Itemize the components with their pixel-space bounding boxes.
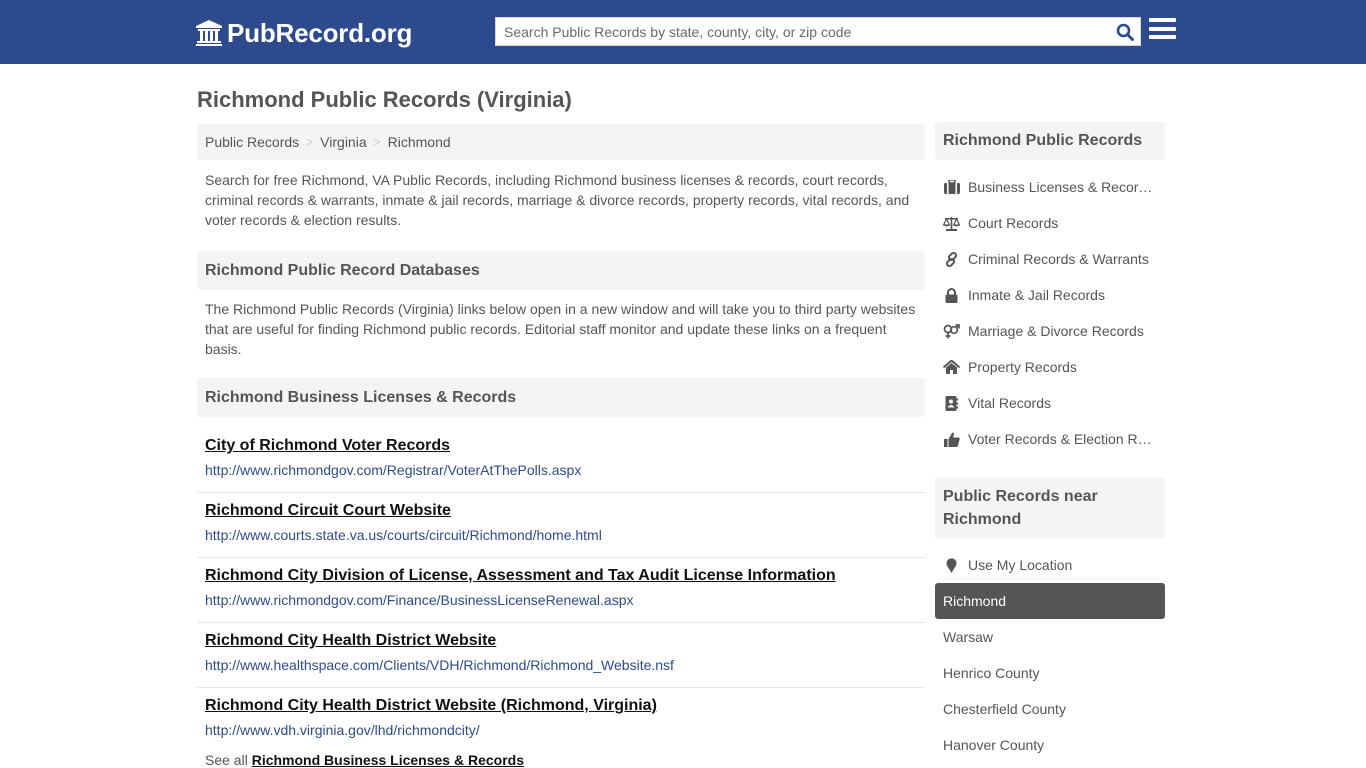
nearby-place-label: Warsaw — [943, 629, 994, 645]
databases-heading-text: Richmond Public Record Databases — [205, 261, 480, 279]
sidebar-item-criminal-records[interactable]: Criminal Records & Warrants — [935, 241, 1165, 277]
sidebar-item-label: Vital Records — [968, 395, 1052, 411]
map-marker-icon — [943, 557, 960, 573]
scales-icon — [943, 215, 960, 231]
breadcrumb-public-records[interactable]: Public Records — [205, 134, 299, 150]
business-licenses-heading: Richmond Business Licenses & Records — [197, 378, 925, 417]
sidebar-item-marriage-records[interactable]: Marriage & Divorce Records — [935, 313, 1165, 349]
nearby-place-label: Chesterfield County — [943, 701, 1066, 717]
sidebar-item-label: Inmate & Jail Records — [968, 287, 1105, 303]
sidebar-item-label: Court Records — [968, 215, 1059, 231]
see-all-link[interactable]: Richmond Business Licenses & Records — [252, 752, 524, 768]
use-my-location-label: Use My Location — [968, 557, 1073, 573]
sidebar-item-label: Property Records — [968, 359, 1077, 375]
list-item: Richmond City Division of License, Asses… — [197, 558, 925, 623]
bank-building-icon — [196, 20, 222, 46]
search-input[interactable] — [496, 18, 1110, 45]
record-link-url[interactable]: http://www.vdh.virginia.gov/lhd/richmond… — [205, 721, 917, 739]
search-icon — [1116, 23, 1134, 41]
sidebar-nearby-list: Use My Location Richmond Warsaw Henrico … — [935, 547, 1165, 763]
record-link-title[interactable]: Richmond City Health District Website (R… — [205, 696, 917, 716]
sidebar-nearby-heading: Public Records near Richmond — [935, 477, 1165, 539]
sidebar-item-court-records[interactable]: Court Records — [935, 205, 1165, 241]
nearby-place-label: Richmond — [943, 593, 1007, 609]
record-link-title[interactable]: Richmond City Health District Website — [205, 631, 917, 651]
business-licenses-heading-text: Richmond Business Licenses & Records — [205, 388, 517, 406]
sidebar-record-categories: Business Licenses & Records Court Record… — [935, 169, 1165, 457]
list-item: Richmond Circuit Court Website http://ww… — [197, 493, 925, 558]
sidebar-records-heading: Richmond Public Records — [935, 122, 1165, 160]
thumbs-up-icon — [943, 431, 960, 447]
nearby-place-warsaw[interactable]: Warsaw — [935, 619, 1165, 655]
record-link-url[interactable]: http://www.healthspace.com/Clients/VDH/R… — [205, 656, 917, 674]
record-link-url[interactable]: http://www.courts.state.va.us/courts/cir… — [205, 526, 917, 544]
sidebar-item-voter-records[interactable]: Voter Records & Election Results — [935, 421, 1165, 457]
home-icon — [943, 359, 960, 375]
databases-heading: Richmond Public Record Databases — [197, 251, 925, 290]
breadcrumb-separator: > — [373, 135, 381, 149]
brand-name: PubRecord.org — [227, 17, 413, 48]
briefcase-icon — [943, 179, 960, 195]
see-all-prefix: See all — [205, 752, 248, 768]
use-my-location-button[interactable]: Use My Location — [935, 547, 1165, 583]
nearby-place-richmond[interactable]: Richmond — [935, 583, 1165, 619]
record-link-url[interactable]: http://www.richmondgov.com/Finance/Busin… — [205, 591, 917, 609]
record-link-url[interactable]: http://www.richmondgov.com/Registrar/Vot… — [205, 461, 917, 479]
breadcrumb-separator: > — [306, 135, 314, 149]
sidebar-item-vital-records[interactable]: Vital Records — [935, 385, 1165, 421]
search-bar — [495, 17, 1141, 46]
intro-text: Search for free Richmond, VA Public Reco… — [205, 172, 910, 228]
nearby-place-henrico-county[interactable]: Henrico County — [935, 655, 1165, 691]
link-icon — [943, 251, 960, 267]
sidebar-records-heading-text: Richmond Public Records — [943, 132, 1143, 149]
hamburger-menu-button[interactable] — [1149, 18, 1176, 43]
nearby-place-label: Hanover County — [943, 737, 1045, 753]
sidebar-item-label: Marriage & Divorce Records — [968, 323, 1144, 339]
record-link-title[interactable]: City of Richmond Voter Records — [205, 436, 917, 456]
hamburger-menu-icon — [1149, 18, 1176, 39]
brand-logo-link[interactable]: PubRecord.org — [195, 17, 412, 49]
business-links-list: City of Richmond Voter Records http://ww… — [197, 428, 925, 753]
nearby-place-chesterfield-county[interactable]: Chesterfield County — [935, 691, 1165, 727]
lock-icon — [943, 287, 960, 303]
nearby-place-label: Henrico County — [943, 665, 1040, 681]
databases-description: The Richmond Public Records (Virginia) l… — [205, 301, 916, 357]
record-link-title[interactable]: Richmond Circuit Court Website — [205, 501, 917, 521]
page-title: Richmond Public Records (Virginia) — [197, 87, 572, 112]
list-item: Richmond City Health District Website ht… — [197, 623, 925, 688]
search-button[interactable] — [1110, 18, 1140, 45]
sidebar-item-label: Business Licenses & Records — [968, 179, 1153, 195]
see-all-row: See all Richmond Business Licenses & Rec… — [205, 752, 524, 768]
sidebar-item-label: Criminal Records & Warrants — [968, 251, 1149, 267]
sidebar-item-business-licenses[interactable]: Business Licenses & Records — [935, 169, 1165, 205]
record-link-title[interactable]: Richmond City Division of License, Asses… — [205, 566, 917, 586]
gender-icon — [943, 323, 960, 339]
breadcrumb-richmond[interactable]: Richmond — [388, 134, 451, 150]
sidebar-item-property-records[interactable]: Property Records — [935, 349, 1165, 385]
sidebar-item-label: Voter Records & Election Results — [968, 431, 1153, 447]
breadcrumb-virginia[interactable]: Virginia — [320, 134, 366, 150]
address-book-icon — [943, 395, 960, 411]
list-item: Richmond City Health District Website (R… — [197, 688, 925, 753]
top-navbar: PubRecord.org — [0, 0, 1366, 64]
nearby-place-hanover-county[interactable]: Hanover County — [935, 727, 1165, 763]
breadcrumb: Public Records > Virginia > Richmond — [197, 124, 925, 160]
sidebar-nearby-heading-text: Public Records near Richmond — [943, 488, 1098, 528]
sidebar-item-inmate-records[interactable]: Inmate & Jail Records — [935, 277, 1165, 313]
list-item: City of Richmond Voter Records http://ww… — [197, 428, 925, 493]
